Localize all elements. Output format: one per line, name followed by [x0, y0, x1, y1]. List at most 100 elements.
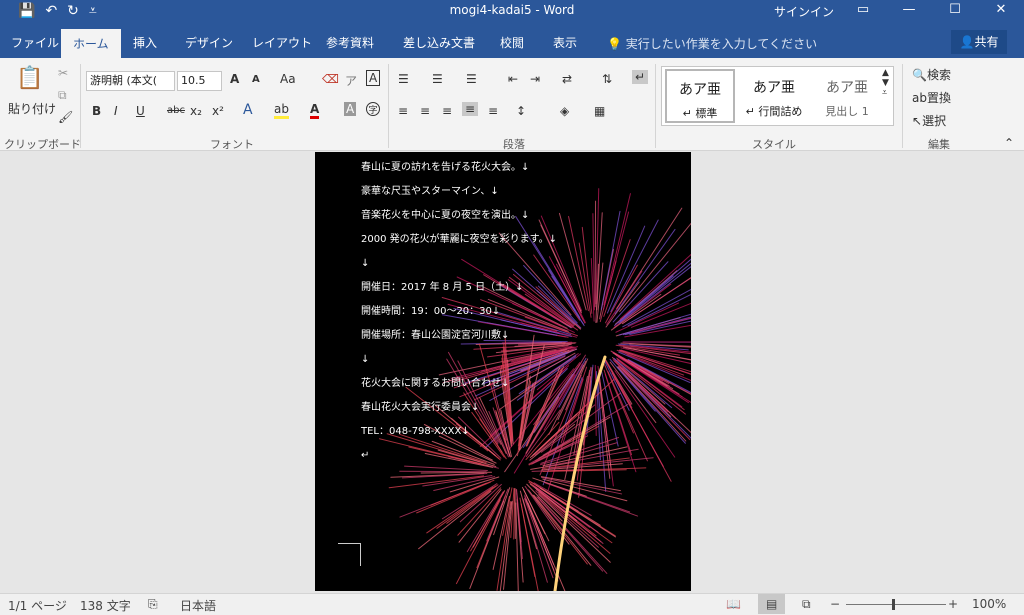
subscript-button[interactable]: x₂ [190, 104, 202, 118]
multilevel-list-icon[interactable]: ☰ [466, 72, 477, 86]
shrink-font-button[interactable]: A [252, 74, 260, 85]
text-effect-icon[interactable]: A [243, 102, 253, 118]
firework-streak [422, 474, 493, 487]
enclose-char-icon[interactable]: 字 [366, 102, 380, 116]
web-layout-icon[interactable]: ⧉ [802, 597, 811, 612]
style-name: ↵ 標準 [682, 107, 718, 120]
show-marks-icon[interactable]: ↵ [632, 70, 649, 84]
tab-view[interactable]: 表示 [553, 34, 577, 51]
document-canvas[interactable]: 春山に夏の訪れを告げる花火大会。↓ 豪華な尺玉やスターマイン、↓ 音楽花火を中心… [0, 152, 1024, 593]
zoom-slider[interactable] [846, 604, 946, 605]
justify-icon[interactable]: ≡ [462, 102, 479, 116]
format-painter-icon[interactable]: 🖌 [58, 110, 73, 124]
person-icon: 👤 [959, 35, 975, 49]
firework-streak [496, 501, 512, 591]
font-name-box[interactable]: 游明朝 (本文( [86, 71, 175, 91]
word-count[interactable]: 138 文字 [80, 597, 131, 614]
tell-me-box[interactable]: 💡 実行したい作業を入力してください [607, 35, 817, 52]
style-no-spacing[interactable]: あア亜 ↵ 行間詰め [739, 69, 809, 123]
proofing-icon[interactable]: ⎘ [148, 597, 158, 612]
lightbulb-icon: 💡 [607, 37, 622, 51]
char-shading-icon[interactable]: A [344, 102, 357, 116]
superscript-button[interactable]: x² [212, 104, 224, 118]
firework-streak [503, 500, 513, 590]
find-button[interactable]: 🔍検索 [912, 66, 951, 83]
copy-icon[interactable]: ⧉ [58, 88, 67, 103]
tab-home[interactable]: ホーム [61, 29, 121, 58]
print-layout-icon[interactable]: ▤ [758, 594, 786, 614]
tab-file[interactable]: ファイル [11, 34, 59, 51]
align-center-icon[interactable]: ≡ [420, 104, 430, 118]
clear-format-icon[interactable]: ⌫ [322, 72, 339, 86]
page-count[interactable]: 1/1 ページ [8, 597, 67, 614]
style-normal[interactable]: あア亜 ↵ 標準 [665, 69, 735, 123]
increase-indent-icon[interactable]: ⇥ [530, 72, 540, 86]
gallery-scroll-icon[interactable]: ▲ ▼ ⩡ [882, 68, 889, 98]
signin-link[interactable]: サインイン [774, 3, 834, 20]
divider [80, 64, 81, 148]
numbering-icon[interactable]: ☰ [432, 72, 443, 86]
sort-icon[interactable]: ⇅ [602, 72, 612, 86]
align-right-icon[interactable]: ≡ [442, 104, 452, 118]
styles-gallery: あア亜 ↵ 標準 あア亜 ↵ 行間詰め あア亜 見出し 1 [661, 66, 894, 126]
replace-button[interactable]: ab置換 [912, 89, 951, 106]
select-button[interactable]: ↖選択 [912, 112, 946, 129]
doc-line: 豪華な尺玉やスターマイン、↓ [361, 186, 499, 197]
distribute-icon[interactable]: ≡ [488, 104, 498, 118]
underline-button[interactable]: U [136, 104, 145, 118]
shading-icon[interactable]: ◈ [560, 104, 569, 118]
align-left-icon[interactable]: ≡ [398, 104, 408, 118]
zoom-slider-knob[interactable] [892, 599, 895, 610]
tab-mailings[interactable]: 差し込み文書 [403, 34, 475, 51]
font-color-icon[interactable]: A [310, 102, 320, 119]
change-case-button[interactable]: Aa [280, 72, 296, 86]
replace-icon: ab [912, 91, 927, 105]
font-size-box[interactable]: 10.5 [177, 71, 222, 91]
tell-me-text: 実行したい作業を入力してください [625, 37, 818, 51]
zoom-out-icon[interactable]: − [830, 597, 840, 611]
clipboard-group-label: クリップボード [4, 138, 81, 151]
tab-review[interactable]: 校閲 [500, 34, 524, 51]
ribbon-display-icon[interactable]: ▭ [840, 0, 886, 22]
scissors-icon[interactable]: ✂ [58, 66, 68, 80]
select-label: 選択 [922, 114, 947, 128]
styles-group-label: スタイル [752, 138, 796, 151]
close-icon[interactable]: ✕ [978, 0, 1024, 22]
paste-button[interactable]: 貼り付け [8, 100, 56, 117]
title-bar: 💾 ↶ ↻ ⩡ mogi4-kadai5 - Word サインイン ▭ — ☐ … [0, 0, 1024, 22]
maximize-icon[interactable]: ☐ [932, 0, 978, 22]
share-button[interactable]: 👤共有 [951, 30, 1007, 54]
decrease-indent-icon[interactable]: ⇤ [508, 72, 518, 86]
highlight-icon[interactable]: ab [274, 102, 289, 119]
italic-button[interactable]: I [114, 104, 118, 118]
doc-line: 開催日：2017 年 8 月 5 日（土）↓ [361, 282, 524, 293]
tab-references[interactable]: 参考資料 [326, 34, 374, 51]
tab-design[interactable]: デザイン [185, 34, 233, 51]
language-indicator[interactable]: 日本語 [180, 597, 216, 614]
divider [902, 64, 903, 148]
strikethrough-button[interactable]: abc [167, 105, 185, 116]
document-text[interactable]: 春山に夏の訪れを告げる花火大会。↓ 豪華な尺玉やスターマイン、↓ 音楽花火を中心… [361, 161, 557, 473]
tab-insert[interactable]: 挿入 [133, 34, 157, 51]
clipboard-icon[interactable]: 📋 [16, 66, 43, 91]
divider [388, 64, 389, 148]
collapse-ribbon-icon[interactable]: ⌃ [1004, 136, 1014, 150]
zoom-in-icon[interactable]: + [948, 597, 958, 611]
font-group-label: フォント [210, 138, 254, 151]
zoom-level[interactable]: 100% [972, 597, 1006, 611]
phonetic-icon[interactable]: ア [345, 72, 357, 89]
tab-layout[interactable]: レイアウト [252, 34, 312, 51]
bold-button[interactable]: B [92, 104, 101, 118]
text-direction-icon[interactable]: ⇄ [562, 72, 572, 86]
doc-line: TEL：048-798-XXXX↓ [361, 426, 470, 437]
style-heading-1[interactable]: あア亜 見出し 1 [812, 69, 882, 123]
document-page[interactable]: 春山に夏の訪れを告げる花火大会。↓ 豪華な尺玉やスターマイン、↓ 音楽花火を中心… [315, 152, 691, 591]
read-mode-icon[interactable]: 📖 [726, 597, 741, 611]
line-spacing-icon[interactable]: ↕ [516, 104, 526, 118]
bullets-icon[interactable]: ☰ [398, 72, 409, 86]
borders-icon[interactable]: ▦ [594, 104, 605, 118]
minimize-icon[interactable]: — [886, 0, 932, 22]
firework-streak [538, 494, 611, 563]
grow-font-button[interactable]: A [230, 72, 239, 86]
border-char-button[interactable]: A [366, 70, 381, 86]
